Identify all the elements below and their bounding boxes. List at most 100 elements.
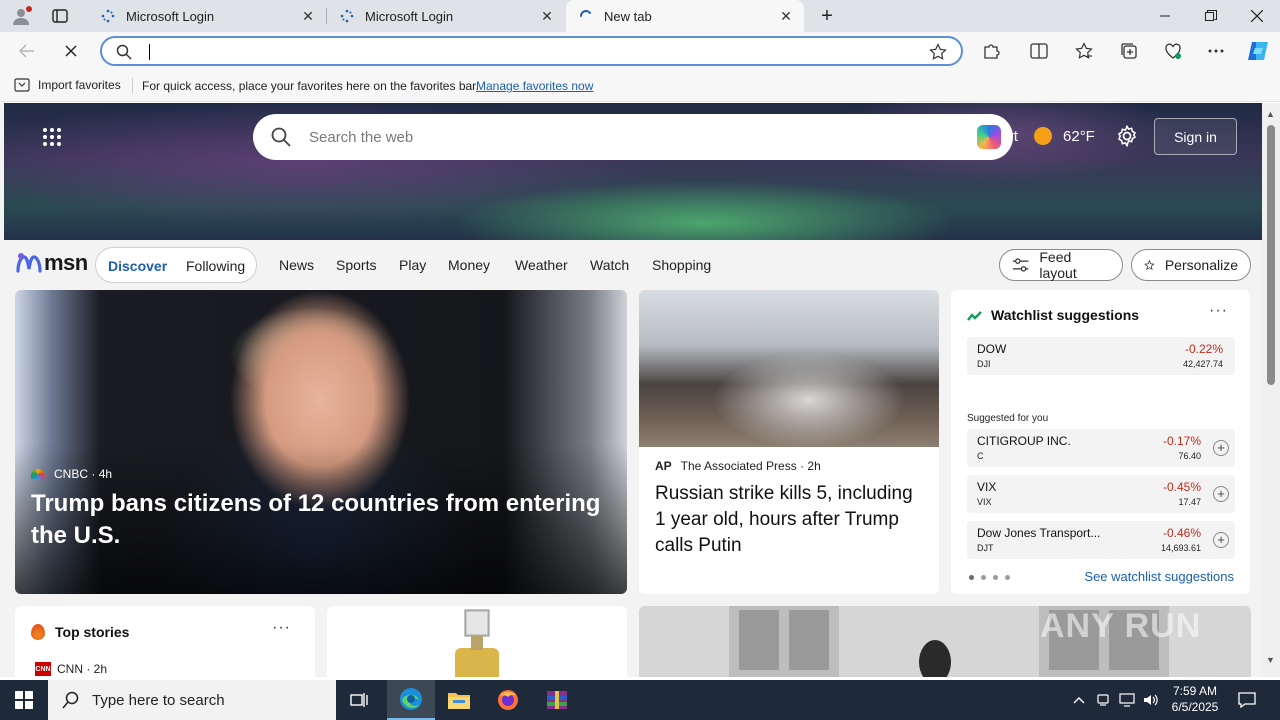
story-source[interactable]: CNN CNN · 2h [35,662,107,676]
carousel-dot[interactable] [969,575,974,580]
carousel-dot[interactable] [993,575,998,580]
back-button[interactable] [12,36,42,66]
page-settings-icon[interactable] [1116,124,1138,152]
story-headline[interactable]: Trump bans citizens of 12 countries from… [31,488,601,552]
taskbar-file-explorer[interactable] [435,680,483,720]
profile-button[interactable] [8,4,34,28]
task-view-button[interactable] [336,680,384,720]
restore-button[interactable] [1188,0,1234,32]
scroll-up-icon[interactable]: ▲ [1266,109,1275,119]
personalize-button[interactable]: Personalize [1131,249,1251,281]
stop-loading-button[interactable] [56,36,86,66]
tab-discover[interactable]: Discover [108,258,167,274]
windows-taskbar: Type here to search 7:59 AM 6/5/2025 [0,680,1280,720]
copilot-icon[interactable] [977,125,1001,149]
settings-menu-button[interactable] [1201,36,1231,66]
sparkle-star-icon [1144,259,1155,271]
stock-row-vix[interactable]: VIX VIX -0.45% 17.47 + [967,475,1235,513]
volume-tray-icon[interactable] [1140,680,1162,720]
feed-toggle: Discover Following [95,247,257,283]
tab-microsoft-login-2[interactable]: Microsoft Login ✕ [327,0,565,32]
tab-new-tab[interactable]: New tab ✕ [566,0,804,32]
stock-price: 17.47 [1178,497,1201,507]
see-watchlist-suggestions-link[interactable]: See watchlist suggestions [1084,569,1234,584]
stock-symbol: DJT [977,543,994,553]
network-tray-icon[interactable] [1116,680,1138,720]
tab-actions-button[interactable] [46,6,74,26]
more-horizontal-icon [1208,49,1224,53]
scrollbar-thumb[interactable] [1267,125,1275,385]
import-favorites-label: Import favorites [38,78,121,92]
nav-sports[interactable]: Sports [336,257,376,273]
story-source: AP The Associated Press · 2h [655,459,821,473]
stock-row-dow[interactable]: DOW DJI -0.22% 42,427.74 [967,337,1235,375]
manage-favorites-link[interactable]: Manage favorites now [476,79,593,93]
show-hidden-icons-button[interactable] [1068,680,1090,720]
carousel-dot[interactable] [981,575,986,580]
close-tab-icon[interactable]: ✕ [300,8,316,24]
feed-layout-button[interactable]: Feed layout [999,249,1123,281]
taskbar-search-placeholder: Type here to search [92,691,225,709]
split-screen-button[interactable] [1024,36,1054,66]
scroll-down-icon[interactable]: ▼ [1266,655,1275,665]
ad-card[interactable] [327,606,627,677]
nav-money[interactable]: Money [448,257,490,273]
stock-name: DOW [977,342,1007,356]
collections-button[interactable] [1114,36,1144,66]
extensions-button[interactable] [976,36,1006,66]
favorites-button[interactable] [1069,36,1099,66]
web-search-box[interactable]: Search the web [253,114,1013,160]
notifications-button[interactable] [1234,680,1260,720]
taskbar-search[interactable]: Type here to search [48,680,336,720]
minimize-button[interactable] [1142,0,1188,32]
address-input[interactable] [146,42,906,60]
sign-in-button[interactable]: Sign in [1154,118,1237,155]
nav-play[interactable]: Play [399,257,426,273]
msn-logo[interactable]: msn [16,250,88,276]
main-story-card[interactable]: CNBC · 4h Trump bans citizens of 12 coun… [15,290,627,594]
favorites-star-icon [1075,42,1093,59]
search-placeholder: Search the web [309,129,414,146]
close-window-button[interactable] [1234,0,1280,32]
address-bar[interactable] [100,36,963,66]
copilot-icon [1248,42,1268,60]
taskbar-firefox[interactable] [484,680,532,720]
stock-row-citigroup[interactable]: CITIGROUP INC. C -0.17% 76.40 + [967,429,1235,467]
tab-microsoft-login-1[interactable]: Microsoft Login ✕ [88,0,326,32]
nav-watch[interactable]: Watch [590,257,629,273]
browser-essentials-button[interactable] [1158,36,1188,66]
device-tray-icon[interactable] [1092,680,1114,720]
stock-row-djt[interactable]: Dow Jones Transport... DJT -0.46% 14,693… [967,521,1235,559]
start-button[interactable] [0,680,48,720]
close-tab-icon[interactable]: ✕ [539,8,555,24]
page-content: ankfurt Search the web 62°F Sign in msn … [0,103,1262,677]
temperature[interactable]: 62°F [1063,128,1095,145]
nav-news[interactable]: News [279,257,314,273]
page-scrollbar[interactable]: ▲ ▼ [1262,103,1280,677]
tab-following[interactable]: Following [186,258,245,274]
taskbar-edge[interactable] [387,680,435,720]
nav-weather[interactable]: Weather [515,257,568,273]
add-to-watchlist-icon[interactable]: + [1213,440,1229,456]
import-favorites-button[interactable]: Import favorites [14,78,121,92]
stock-change: -0.22% [1184,342,1223,356]
copilot-button[interactable] [1243,36,1273,66]
favorite-star-icon[interactable] [929,43,947,66]
close-tab-icon[interactable]: ✕ [778,8,794,24]
story-headline[interactable]: Russian strike kills 5, including 1 year… [655,481,925,559]
taskbar-winrar[interactable] [533,680,581,720]
more-options-icon[interactable]: ··· [272,619,291,637]
nav-shopping[interactable]: Shopping [652,257,711,273]
add-to-watchlist-icon[interactable]: + [1213,532,1229,548]
secondary-story-card[interactable]: AP The Associated Press · 2h Russian str… [639,290,939,594]
taskbar-clock[interactable]: 7:59 AM 6/5/2025 [1160,683,1230,715]
add-to-watchlist-icon[interactable]: + [1213,486,1229,502]
folder-icon [448,693,470,709]
flame-icon [31,624,45,640]
carousel-dot[interactable] [1005,575,1010,580]
new-tab-button[interactable]: + [814,4,840,28]
carousel-dots[interactable] [969,575,1017,580]
app-launcher-icon[interactable] [42,127,62,152]
more-options-icon[interactable]: ··· [1209,302,1228,320]
stock-price: 76.40 [1178,451,1201,461]
